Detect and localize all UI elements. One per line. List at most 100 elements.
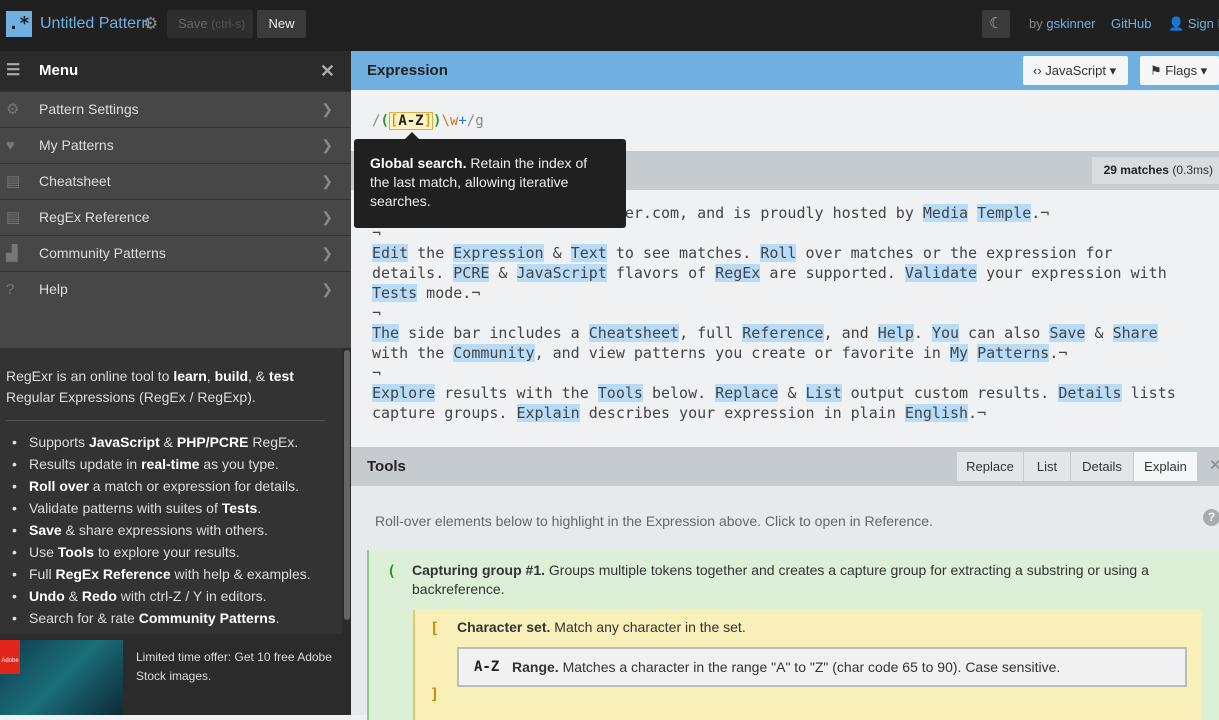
flavor-dropdown[interactable]: ‹› JavaScript ▾ (1023, 56, 1128, 85)
text-segment: can also (959, 324, 1050, 342)
menu-title: Menu (39, 62, 79, 79)
expression-input[interactable]: /([A-Z])\w+/g (372, 112, 484, 130)
ad-text[interactable]: Limited time offer: Get 10 free Adobe St… (136, 648, 336, 686)
match-highlight: Temple (977, 204, 1032, 222)
expr-char-set: [A-Z] (388, 112, 434, 130)
close-icon[interactable]: ✕ (320, 51, 335, 91)
match-highlight: Tests (372, 284, 418, 302)
feature-text: Supports (29, 434, 89, 450)
save-label: Save (178, 16, 208, 31)
flags-dropdown[interactable]: ⚑ Flags ▾ (1140, 56, 1219, 85)
signin-label: Sign I (1187, 16, 1219, 31)
signin-link[interactable]: 👤 Sign I (1168, 16, 1219, 32)
sidebar-item-label: Pattern Settings (39, 101, 139, 117)
explain-capture-group[interactable]: ( Capturing group #1. Groups multiple to… (367, 550, 1219, 720)
expr-range: A-Z (398, 113, 424, 129)
feature-text: Redo (81, 588, 117, 604)
text-segment: side bar includes a (399, 324, 589, 342)
save-button[interactable]: Save (ctrl-s) (167, 10, 253, 38)
explain-char-set[interactable]: [ Character set. Match any character in … (413, 610, 1202, 720)
author-link[interactable]: gskinner (1046, 16, 1095, 31)
match-highlight: Expression (453, 244, 544, 262)
match-highlight: Replace (715, 384, 779, 402)
feature-text: Tools (57, 544, 95, 560)
feature-text: Save (29, 522, 62, 538)
scrollbar-thumb[interactable] (344, 350, 350, 620)
sidebar-spacer (0, 307, 351, 353)
tooltip-title: Global search. (370, 155, 467, 171)
sidebar-scrollbar[interactable] (342, 348, 351, 634)
feature-text: & (159, 434, 177, 450)
feature-text: & (64, 588, 82, 604)
text-line: The side bar includes a Cheatsheet, full… (372, 324, 1158, 342)
gear-icon: ⚙ (6, 101, 20, 118)
sidebar-item-label: My Patterns (39, 137, 114, 153)
match-highlight: Details (1058, 384, 1122, 402)
text-segment: & (543, 244, 571, 262)
range-text: Range. Matches a character in the range … (512, 659, 1060, 675)
menu-header: ☰ Menu ✕ (0, 51, 351, 91)
expr-word-token: \w (441, 113, 459, 129)
flag-icon: ⚑ (1150, 63, 1162, 78)
sidebar-item-pattern-settings[interactable]: ⚙ Pattern Settings ❯ (0, 91, 351, 127)
set-text: Character set. Match any character in th… (457, 619, 746, 635)
sidebar-item-my-patterns[interactable]: ♥ My Patterns ❯ (0, 127, 351, 163)
close-tools-icon[interactable]: ✕ (1209, 456, 1219, 474)
feature-text: JavaScript (88, 434, 160, 450)
text-segment: details. (372, 264, 454, 282)
sidebar-item-regex-reference[interactable]: ▤ RegEx Reference ❯ (0, 199, 351, 235)
text-segment: to see matches. (606, 244, 761, 262)
feature-text: Undo (29, 588, 65, 604)
expr-group-open: ( (380, 113, 389, 129)
feature-text: Tests (221, 500, 258, 516)
intro-text: RegExr is an online tool to learn, build… (0, 348, 342, 408)
set-title: Character set. (457, 619, 551, 635)
text-segment: below. (642, 384, 716, 402)
match-highlight: Share (1112, 324, 1158, 342)
expression-title: Expression (367, 62, 448, 79)
text-line: ¬ (372, 304, 381, 322)
capture-symbol: ( (387, 562, 397, 580)
pattern-title[interactable]: Untitled Pattern (40, 15, 150, 33)
text-editor[interactable]: RegExr was created by gskinner.com, and … (351, 190, 1219, 447)
match-count: 29 matches (1103, 163, 1169, 177)
text-segment: describes your expression in plain (579, 404, 905, 422)
tooltip-arrow (405, 132, 419, 139)
intro-part: , & (248, 368, 270, 384)
match-highlight: Patterns (977, 344, 1050, 362)
new-button[interactable]: New (257, 10, 306, 38)
text-segment: lists (1121, 384, 1176, 402)
intro-bold: build (214, 368, 249, 384)
sidebar: ☰ Menu ✕ ⚙ Pattern Settings ❯ ♥ My Patterns… (0, 51, 351, 715)
help-icon[interactable]: ? (1203, 509, 1219, 526)
tab-explain[interactable]: Explain (1133, 452, 1197, 481)
intro-bold: learn (173, 368, 207, 384)
chevron-right-icon: ❯ (321, 173, 333, 189)
feature-text: Search for & rate (29, 610, 139, 626)
match-highlight: Media (922, 204, 969, 222)
flag-tooltip: Global search. Retain the index of the l… (354, 139, 626, 228)
expr-set-close: ] (423, 113, 433, 129)
text-segment: .¬ (1049, 344, 1068, 362)
tab-details[interactable]: Details (1070, 452, 1133, 481)
sidebar-item-cheatsheet[interactable]: ▤ Cheatsheet ❯ (0, 163, 351, 199)
sidebar-item-community-patterns[interactable]: ▟ Community Patterns ❯ (0, 235, 351, 271)
sidebar-item-label: Community Patterns (39, 245, 166, 261)
expr-flag: g (475, 113, 484, 129)
expr-delimiter: / (466, 113, 476, 129)
range-title: Range. (512, 659, 559, 675)
set-close-symbol: ] (430, 685, 440, 703)
regexr-logo[interactable]: .* (6, 11, 32, 37)
sidebar-item-help[interactable]: ? Help ❯ (0, 271, 351, 307)
text-segment (968, 344, 977, 362)
gear-icon[interactable]: ⚙ (143, 14, 158, 34)
advertisement[interactable]: Adobe Limited time offer: Get 10 free Ad… (0, 634, 351, 715)
feature-text: Results update in (29, 456, 142, 472)
explain-range[interactable]: A-Z Range. Matches a character in the ra… (457, 647, 1187, 687)
text-segment: . (913, 324, 932, 342)
moon-icon[interactable]: ☾ (982, 10, 1010, 38)
tab-replace[interactable]: Replace (956, 452, 1023, 481)
text-segment: with the (372, 344, 454, 362)
github-link[interactable]: GitHub (1111, 16, 1151, 31)
tab-list[interactable]: List (1023, 452, 1070, 481)
